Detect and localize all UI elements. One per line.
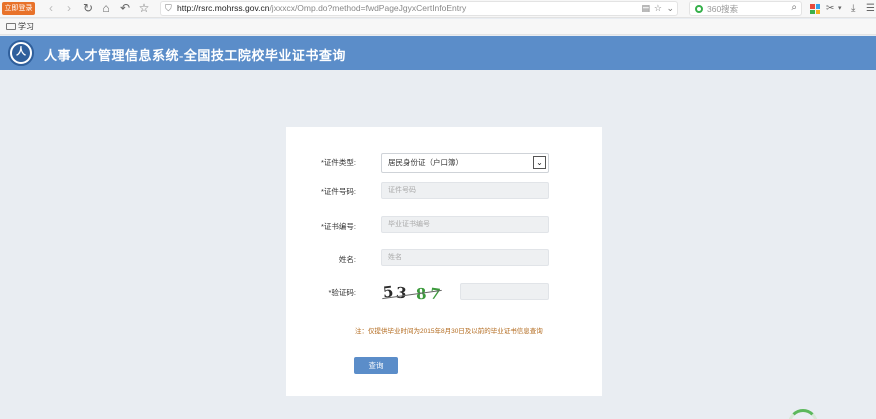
chevron-down-icon[interactable]: ⌄	[533, 156, 546, 169]
loading-spinner-icon	[788, 409, 818, 419]
download-icon[interactable]: ⤓	[851, 2, 855, 15]
id-number-input[interactable]: 证件号码	[381, 182, 549, 199]
captcha-label: *验证码:	[328, 288, 356, 297]
browser-toolbar: 立即登录 ‹ › ↻ ⌂ ↶ ☆ ⛉ http://rsrc.mohrss.go…	[0, 0, 876, 18]
search-placeholder: 360搜索	[707, 4, 739, 14]
cert-type-select[interactable]: 居民身份证（户口簿） ⌄	[381, 153, 549, 173]
query-button[interactable]: 查询	[354, 357, 398, 374]
refresh-icon[interactable]: ↻	[81, 1, 95, 15]
cert-number-label: *证书编号:	[320, 222, 356, 231]
cert-number-input[interactable]: 毕业证书编号	[381, 216, 549, 233]
id-number-label: *证件号码:	[320, 187, 356, 196]
bookmark-folder[interactable]: 学习	[6, 21, 34, 33]
chevron-down-icon[interactable]: ⌄	[666, 3, 674, 14]
login-badge-button[interactable]: 立即登录	[2, 2, 35, 15]
page-title: 人事人才管理信息系统-全国技工院校毕业证书查询	[44, 48, 346, 63]
header-banner: 人 人事人才管理信息系统-全国技工院校毕业证书查询	[0, 36, 876, 70]
shield-icon: ⛉	[165, 3, 172, 13]
folder-icon	[6, 23, 16, 30]
emblem-text: 人	[12, 44, 30, 62]
search-engine-logo-icon	[695, 5, 703, 13]
back-icon[interactable]: ‹	[44, 1, 58, 15]
bookmark-label: 学习	[18, 22, 34, 31]
name-label: 姓名:	[338, 255, 356, 264]
cert-type-label: *证件类型:	[320, 158, 356, 167]
home-icon[interactable]: ⌂	[99, 1, 113, 15]
search-box[interactable]: 360搜索 ⌕	[689, 1, 802, 16]
captcha-image[interactable]: 5 3 8 7	[382, 283, 444, 304]
favorite-icon[interactable]: ☆	[654, 3, 662, 14]
bookmarks-bar: 学习	[0, 19, 876, 35]
captcha-char: 7	[428, 284, 442, 304]
scissors-icon[interactable]: ✂	[826, 2, 834, 15]
apps-grid-icon[interactable]	[810, 4, 820, 14]
undo-icon[interactable]: ↶	[118, 1, 132, 15]
reader-icon[interactable]: ▤	[641, 3, 650, 14]
search-icon[interactable]: ⌕	[791, 2, 797, 13]
captcha-char: 3	[395, 283, 408, 303]
cert-type-value: 居民身份证（户口簿）	[388, 158, 463, 167]
address-bar[interactable]: ⛉ http://rsrc.mohrss.gov.cn/jxxxcx/Omp.d…	[160, 1, 678, 16]
chevron-down-icon[interactable]: ▾	[838, 2, 842, 15]
query-form-card: *证件类型: 居民身份证（户口簿） ⌄ *证件号码: 证件号码 *证书编号: 毕…	[286, 127, 602, 396]
name-input[interactable]: 姓名	[381, 249, 549, 266]
notice-text: 注：仅提供毕业时间为2015年8月30日及以前的毕业证书信息查询	[355, 328, 543, 335]
star-icon[interactable]: ☆	[137, 1, 151, 15]
logo-emblem-icon: 人	[8, 40, 34, 66]
forward-icon[interactable]: ›	[62, 1, 76, 15]
menu-icon[interactable]: ☰	[866, 2, 875, 15]
captcha-input[interactable]	[460, 283, 549, 300]
url-text: http://rsrc.mohrss.gov.cn/jxxxcx/Omp.do?…	[177, 3, 467, 13]
